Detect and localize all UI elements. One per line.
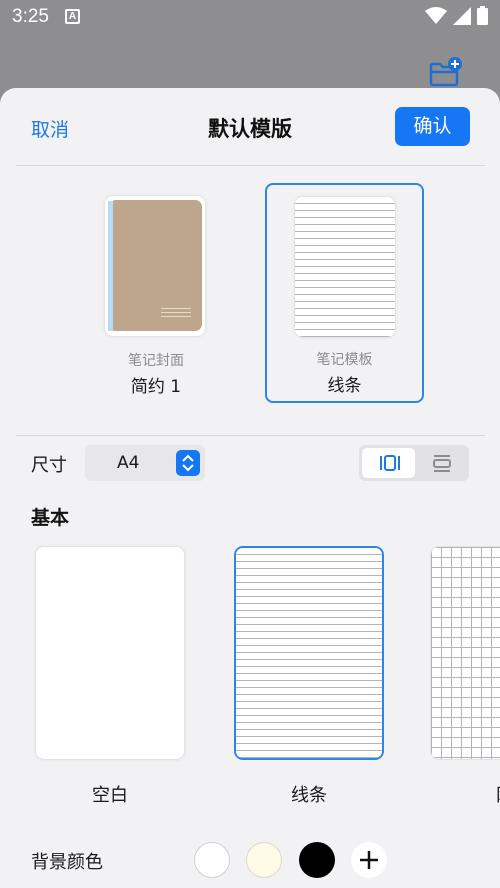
size-stepper[interactable] — [176, 450, 200, 476]
battery-icon — [477, 6, 488, 25]
options-divider — [16, 435, 485, 436]
size-label: 尺寸 — [31, 455, 67, 476]
grid-paper-thumbnail — [430, 546, 500, 760]
portrait-icon — [380, 455, 400, 471]
wifi-icon — [425, 6, 447, 24]
size-select[interactable]: A4 — [85, 445, 205, 481]
notification-a-icon: A — [65, 9, 80, 24]
paper-option-grid[interactable] — [427, 543, 500, 763]
paper-label-grid: 网 — [427, 781, 500, 807]
template-caption: 笔记模板 — [316, 352, 373, 368]
lined-paper-thumbnail — [234, 546, 384, 760]
blank-paper-thumbnail — [35, 546, 185, 760]
portrait-button[interactable] — [362, 448, 415, 478]
background-color-label: 背景颜色 — [31, 852, 103, 873]
status-bar: 3:25 A — [0, 0, 500, 34]
cover-stripes — [161, 308, 191, 320]
status-time: 3:25 — [12, 6, 49, 27]
header-divider — [16, 165, 485, 166]
signal-icon — [453, 6, 471, 25]
lined-pattern — [295, 197, 395, 337]
paper-label-lined: 线条 — [291, 785, 327, 806]
lined-pattern — [236, 548, 382, 758]
swatch-white[interactable] — [194, 842, 230, 878]
size-value: A4 — [117, 453, 140, 473]
template-option[interactable]: 笔记模板 线条 — [265, 183, 424, 403]
paper-option-blank[interactable] — [32, 543, 188, 763]
paper-label-blank: 空白 — [92, 785, 128, 806]
swatch-black[interactable] — [299, 842, 335, 878]
folder-add-button[interactable] — [428, 56, 464, 88]
cover-option[interactable]: 笔记封面 简约 1 — [96, 188, 216, 403]
sheet-header: 取消 默认模版 确认 — [0, 88, 500, 166]
status-icons — [425, 6, 488, 25]
landscape-icon — [433, 455, 451, 472]
basic-section-title: 基本 — [31, 507, 70, 529]
template-thumbnail — [295, 197, 395, 337]
cover-name: 简约 1 — [130, 377, 182, 397]
landscape-button[interactable] — [416, 448, 466, 478]
folder-add-icon — [429, 57, 462, 87]
paper-option-lined[interactable] — [231, 543, 387, 763]
chevron-up-down-icon — [182, 454, 194, 472]
orientation-toggle — [359, 445, 469, 481]
template-name: 线条 — [327, 376, 362, 396]
plus-icon — [360, 851, 378, 869]
swatch-cream[interactable] — [246, 842, 282, 878]
template-sheet: 取消 默认模版 确认 笔记封面 简约 1 笔记模板 线条 尺寸 A4 基本 空白… — [0, 88, 500, 888]
add-color-button[interactable] — [351, 842, 387, 878]
confirm-button[interactable]: 确认 — [395, 107, 470, 146]
cover-thumbnail — [105, 196, 205, 336]
size-row: 尺寸 A4 — [0, 443, 500, 483]
background-color-row: 背景颜色 — [0, 840, 500, 880]
cover-caption: 笔记封面 — [128, 353, 184, 369]
